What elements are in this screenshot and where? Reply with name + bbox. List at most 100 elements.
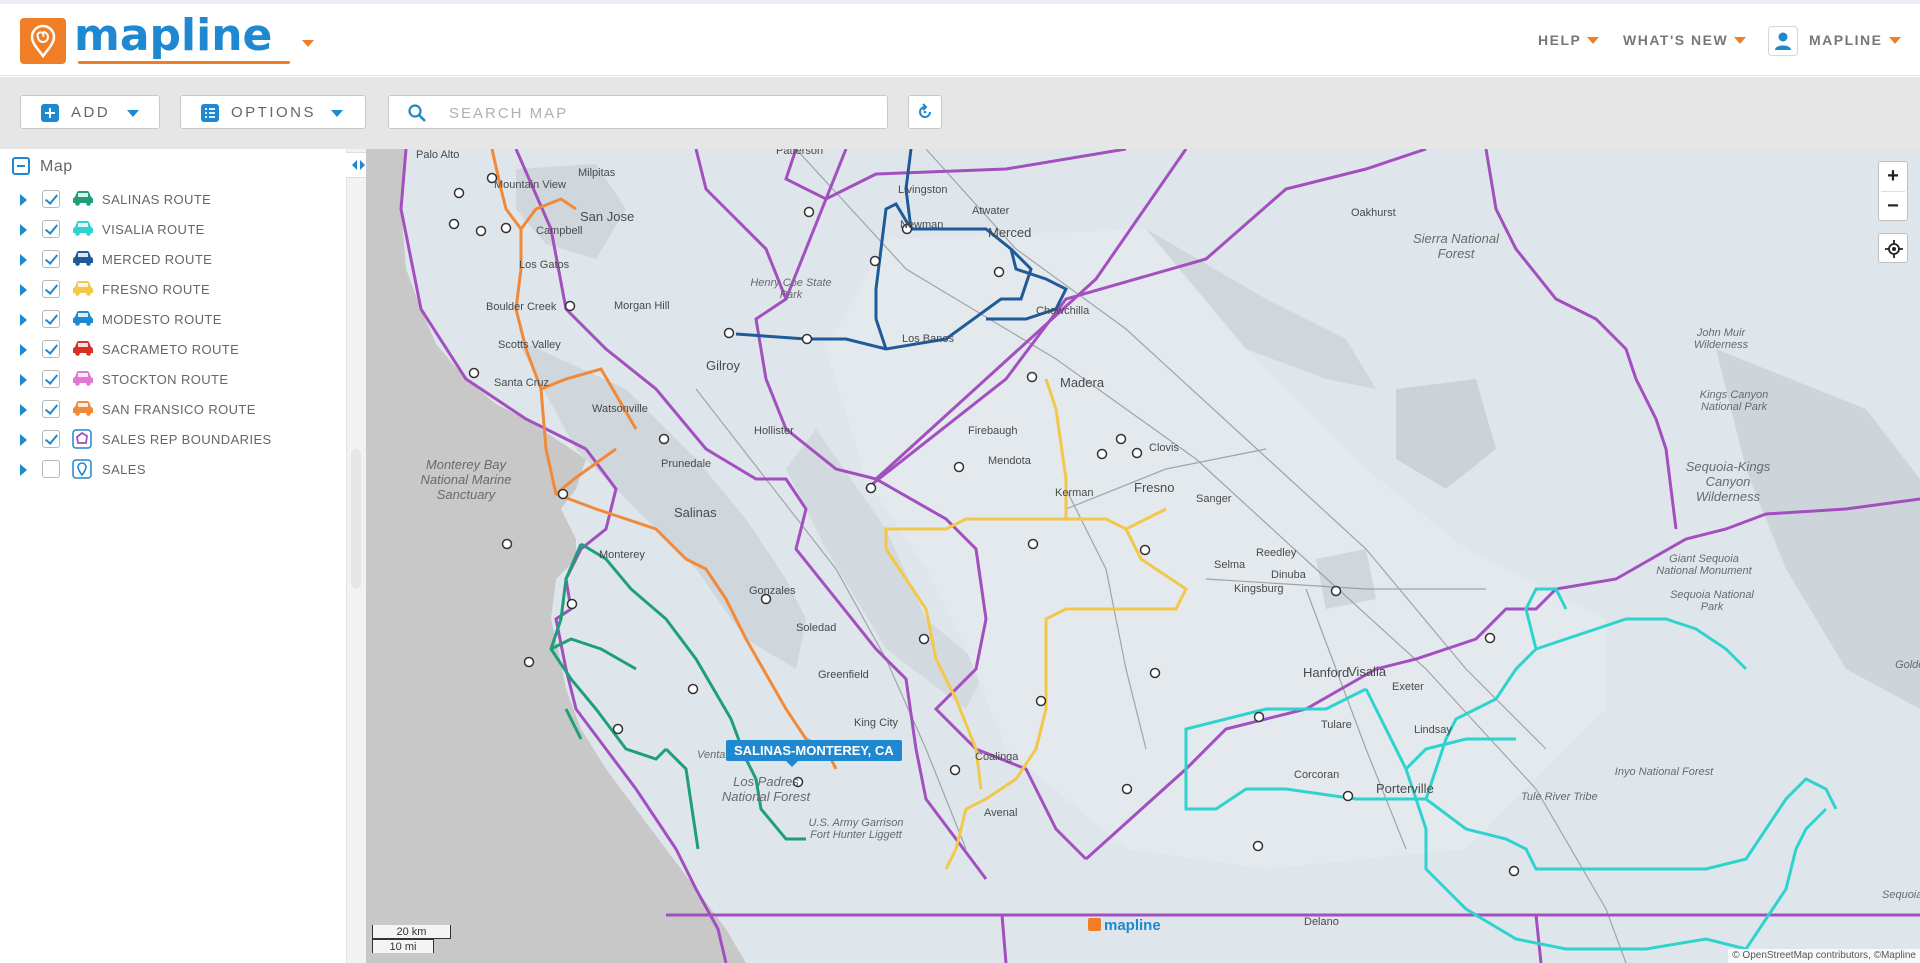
place-label: Los Padres National Forest [721,774,811,804]
layer-checkbox[interactable] [42,190,60,208]
place-label: Inyo National Forest [1614,766,1714,778]
plus-square-icon [41,104,59,122]
layer-checkbox[interactable] [42,400,60,418]
place-label: Milpitas [578,167,616,179]
scrollbar-thumb[interactable] [351,449,361,589]
place-label: Sanger [1196,493,1232,505]
user-icon [1775,32,1791,50]
nav-whats-new-label: WHAT'S NEW [1623,32,1729,48]
place-label: Soledad [796,622,837,634]
layer-checkbox[interactable] [42,220,60,238]
place-label: Avenal [984,807,1018,819]
car-icon [72,189,94,209]
layer-label: MODESTO ROUTE [102,312,222,327]
place-label: Atwater [972,205,1010,217]
place-label: Golden Trout Wilde [1895,659,1920,671]
layer-checkbox[interactable] [42,250,60,268]
layer-row[interactable]: MERCED ROUTE [18,248,348,272]
expand-arrow-icon[interactable] [20,434,27,446]
layer-checkbox[interactable] [42,430,60,448]
user-avatar[interactable] [1768,26,1798,56]
place-label: Boulder Creek [486,301,557,313]
place-label: Livingston [898,184,948,196]
app-header: mapline HELP WHAT'S NEW MAPLINE [0,4,1920,76]
car-icon [72,309,94,329]
chevron-down-icon[interactable] [302,40,314,47]
layer-row[interactable]: SACRAMETO ROUTE [18,338,348,362]
layer-checkbox[interactable] [42,280,60,298]
car-icon [72,249,94,269]
watermark-text: mapline [1104,917,1161,934]
layer-label: FRESNO ROUTE [102,282,211,297]
map-attribution[interactable]: © OpenStreetMap contributors, ©Mapline [1728,949,1920,963]
place-label: Watsonville [592,403,648,415]
layer-row[interactable]: VISALIA ROUTE [18,218,348,242]
search-input[interactable] [449,103,869,123]
place-label: Monterey [599,549,645,561]
nav-help[interactable]: HELP [1538,32,1600,48]
location-popup[interactable]: SALINAS-MONTEREY, CA [726,740,902,767]
place-label: Reedley [1256,547,1297,559]
layer-checkbox[interactable] [42,340,60,358]
zoom-in-button[interactable]: + [1879,162,1907,191]
place-label: Chowchilla [1036,305,1090,317]
place-label: Coalinga [975,751,1019,763]
place-label: Henry Coe State Park [750,277,832,301]
place-label: Corcoran [1294,769,1340,781]
brand-logo-text[interactable]: mapline [74,10,272,61]
expand-arrow-icon[interactable] [20,254,27,266]
chevron-down-icon [331,110,343,117]
map-pin-spiral-icon[interactable] [20,18,66,64]
layer-row[interactable]: SAN FRANSICO ROUTE [18,398,348,422]
place-label: Hanford [1303,665,1350,680]
scale-km: 20 km [372,925,451,939]
layer-row[interactable]: SALINAS ROUTE [18,188,348,212]
layer-row[interactable]: MODESTO ROUTE [18,308,348,332]
options-button[interactable]: OPTIONS [180,95,366,129]
expand-arrow-icon[interactable] [20,344,27,356]
layers-panel: Map SALINAS ROUTE VISALIA ROUTE MERCED ROU… [0,149,366,963]
layer-row[interactable]: STOCKTON ROUTE [18,368,348,392]
refresh-button[interactable] [908,95,942,129]
toolbar: ADD OPTIONS [0,77,1920,149]
expand-arrow-icon[interactable] [20,404,27,416]
nav-whats-new[interactable]: WHAT'S NEW [1623,32,1747,48]
place-label: Porterville [1376,781,1434,796]
place-label: John Muir Wilderness [1693,327,1749,351]
options-button-label: OPTIONS [231,104,317,121]
place-label: King City [854,717,899,729]
mapline-logo-icon [1088,918,1101,931]
place-label: Los Banos [902,333,954,345]
panel-scrollbar[interactable] [346,149,366,963]
expand-arrow-icon[interactable] [20,314,27,326]
expand-arrow-icon[interactable] [20,224,27,236]
layer-checkbox[interactable] [42,310,60,328]
place-label: Palo Alto [416,149,460,161]
chevron-down-icon [1888,37,1901,44]
map-canvas[interactable]: Palo Alto Mountain View Milpitas San Jose Ca… [366,149,1920,963]
visalia-route-line [1184,587,1838,951]
layer-row[interactable]: SALES [18,458,348,482]
chevron-down-icon [127,110,139,117]
layer-checkbox[interactable] [42,460,60,478]
merced-route-line [735,149,1069,351]
zoom-out-button[interactable]: − [1879,192,1907,221]
locate-button[interactable] [1878,233,1908,263]
expand-arrow-icon[interactable] [20,464,27,476]
search-box [388,95,888,129]
stop-markers [448,172,1520,877]
expand-arrow-icon[interactable] [20,374,27,386]
layer-checkbox[interactable] [42,370,60,388]
expand-arrow-icon[interactable] [20,194,27,206]
nav-user-menu[interactable]: MAPLINE [1809,32,1901,48]
layer-label: SALES [102,462,146,477]
place-label: Prunedale [661,458,712,470]
car-icon [72,369,94,389]
expand-arrow-icon[interactable] [20,284,27,296]
add-button[interactable]: ADD [20,95,160,129]
car-icon [72,339,94,359]
layer-row[interactable]: FRESNO ROUTE [18,278,348,302]
collapse-icon[interactable] [12,157,30,175]
layer-label: STOCKTON ROUTE [102,372,229,387]
layer-row[interactable]: SALES REP BOUNDARIES [18,428,348,452]
